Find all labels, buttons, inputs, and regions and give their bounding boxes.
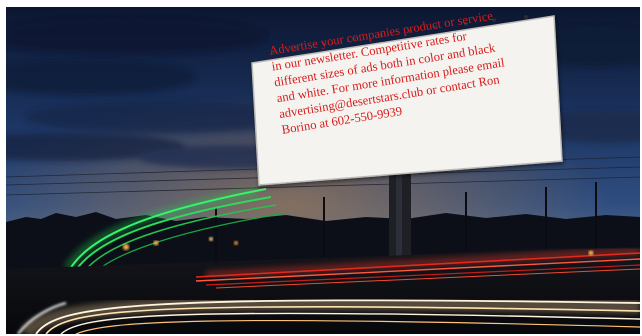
photo-frame: Advertise your companies product or serv… [6, 7, 640, 334]
billboard-posts [389, 172, 411, 262]
